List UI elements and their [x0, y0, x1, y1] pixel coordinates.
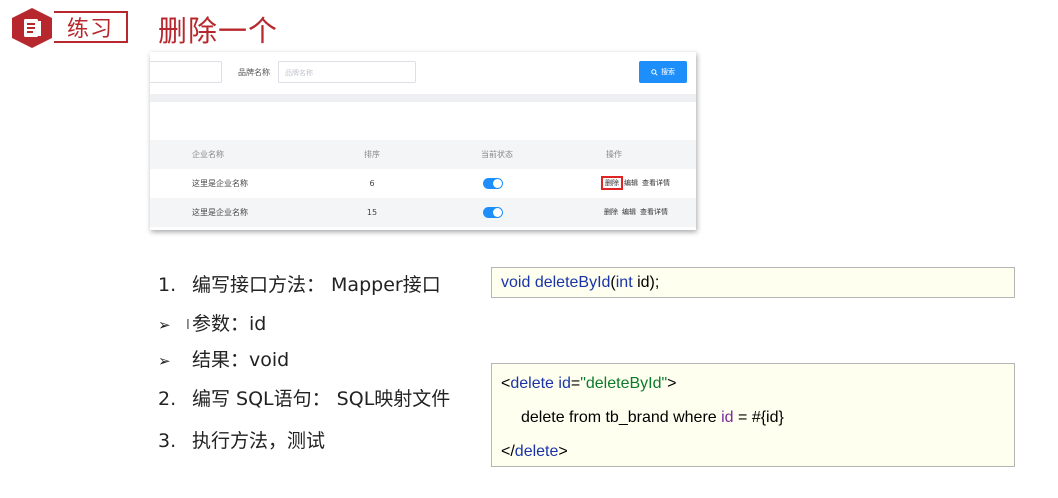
interface-method-code: void deleteById(int id); — [491, 267, 1015, 298]
step-item: ➢ 参数：id — [158, 309, 266, 336]
code-tag: delete — [510, 375, 554, 392]
divider-band — [150, 94, 696, 102]
step-text: 结果：void — [192, 349, 290, 371]
text-cursor-icon: I — [186, 318, 190, 333]
column-header-status: 当前状态 — [481, 150, 513, 159]
arrow-bullet-icon: ➢ — [158, 352, 171, 370]
code-line: <delete id="deleteById"> — [501, 375, 1014, 409]
delete-link[interactable]: 删除 — [604, 208, 618, 216]
edit-link[interactable]: 编辑 — [622, 208, 636, 216]
slide-title: 删除一个 — [158, 14, 279, 48]
code-string: "deleteById" — [580, 375, 668, 392]
step-item: 3. 执行方法，测试 — [158, 426, 325, 453]
table-header: 企业名称 排序 当前状态 操作 — [150, 140, 696, 169]
step-marker: 3. — [158, 430, 177, 452]
code-attr: id — [553, 375, 571, 392]
code-bracket: </ — [501, 443, 515, 460]
code-column: id — [721, 409, 734, 426]
search-icon — [651, 68, 658, 76]
code-bracket: > — [558, 443, 568, 460]
code-line: </delete> — [501, 443, 1014, 477]
brand-table: 企业名称 排序 当前状态 操作 这里是企业名称 6 删除 编辑 查看详情 这里是企业… — [150, 140, 696, 227]
code-sql: delete from tb_brand where — [521, 409, 722, 426]
column-header-sort: 排序 — [364, 150, 380, 159]
filter-input-left[interactable] — [150, 61, 222, 83]
search-button[interactable]: 搜索 — [639, 61, 687, 83]
code-keyword: void — [501, 274, 531, 291]
column-header-name: 企业名称 — [192, 150, 224, 159]
column-header-ops: 操作 — [606, 150, 622, 159]
status-toggle[interactable] — [483, 207, 503, 218]
brand-name-input[interactable]: 品牌名称 — [278, 61, 416, 83]
document-icon — [12, 8, 52, 48]
row-actions: 删除 编辑 查看详情 — [601, 169, 674, 198]
row-actions: 删除 编辑 查看详情 — [604, 198, 672, 227]
badge-label: 练习 — [54, 11, 128, 43]
company-name-cell: 这里是企业名称 — [192, 208, 248, 217]
sql-mapping-code: <delete id="deleteById"> delete from tb_… — [491, 363, 1015, 467]
code-type: int — [615, 274, 633, 291]
view-details-link[interactable]: 查看详情 — [640, 208, 668, 216]
step-marker: 1. — [158, 274, 177, 296]
table-row: 这里是企业名称 15 删除 编辑 查看详情 — [150, 198, 696, 227]
step-marker: 2. — [158, 388, 177, 410]
view-details-link[interactable]: 查看详情 — [642, 179, 670, 187]
code-sql: = #{id} — [733, 409, 784, 426]
step-text: 编写 SQL语句： SQL映射文件 — [192, 388, 451, 410]
step-item: ➢ 结果：void — [158, 345, 289, 372]
code-param: id); — [632, 274, 660, 291]
sort-cell: 6 — [369, 179, 375, 188]
step-text: 参数：id — [192, 313, 267, 335]
brand-name-label: 品牌名称 — [238, 68, 270, 77]
code-method-name: deleteById — [534, 274, 611, 291]
edit-link[interactable]: 编辑 — [624, 179, 638, 187]
search-button-label: 搜索 — [661, 68, 675, 76]
delete-link[interactable]: 删除 — [601, 176, 623, 190]
code-tag: delete — [514, 443, 559, 460]
step-item: 1. 编写接口方法： Mapper接口 — [158, 270, 441, 297]
company-name-cell: 这里是企业名称 — [192, 179, 248, 188]
step-item: 2. 编写 SQL语句： SQL映射文件 — [158, 384, 450, 411]
code-bracket: > — [667, 375, 677, 392]
step-text: 编写接口方法： Mapper接口 — [192, 274, 441, 296]
section-badge: 练习 — [10, 7, 130, 48]
brand-table-screenshot: 品牌名称 品牌名称 搜索 企业名称 排序 当前状态 操作 这里是企业名称 6 删… — [150, 52, 696, 230]
table-row: 这里是企业名称 6 删除 编辑 查看详情 — [150, 169, 696, 198]
status-toggle[interactable] — [483, 178, 503, 189]
code-bracket: < — [501, 375, 511, 392]
code-eq: = — [570, 375, 581, 392]
sort-cell: 15 — [366, 208, 378, 217]
code-line: delete from tb_brand where id = #{id} — [501, 409, 1014, 443]
step-text: 执行方法，测试 — [192, 430, 326, 452]
